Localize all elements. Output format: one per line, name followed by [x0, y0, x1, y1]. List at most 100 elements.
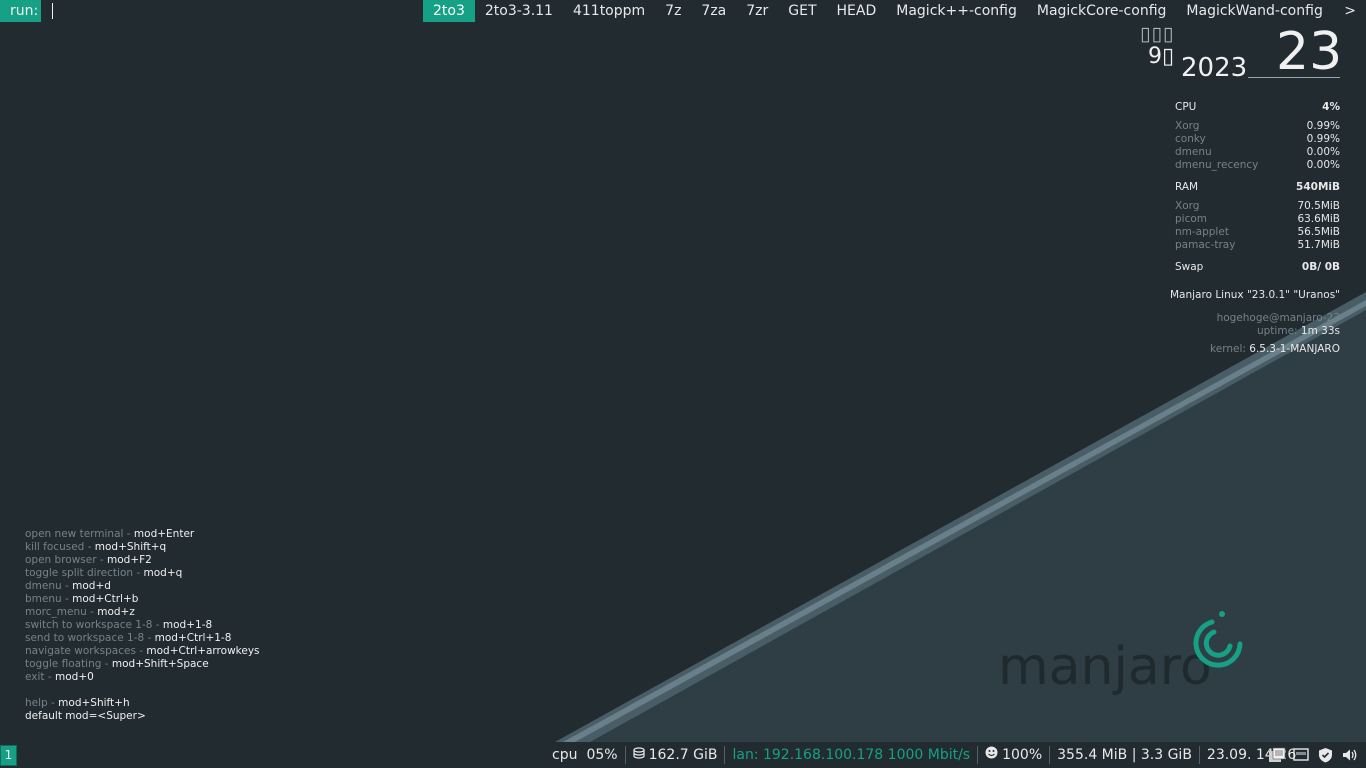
process-name: Xorg	[1175, 200, 1200, 212]
help-description: toggle floating -	[25, 658, 112, 670]
process-name: conky	[1175, 133, 1206, 145]
disk-icon	[632, 742, 645, 768]
conky-cpu-section: CPU 4% Xorg 0.99% conky 0.99% dmenu 0.00% dmenu…	[1175, 101, 1340, 172]
manjaro-logo-text: manjaro	[998, 637, 1212, 697]
battery-value: 100%	[1002, 747, 1043, 763]
dmenu-item[interactable]: GET	[778, 0, 826, 22]
help-key: mod+Ctrl+b	[72, 593, 139, 605]
help-line: kill focused - mod+Shift+q	[25, 541, 260, 554]
cpu-process-row: dmenu_recency 0.00%	[1175, 159, 1340, 172]
kernel-line: kernel: 6.5.3-1-MANJARO	[1210, 343, 1340, 355]
system-tray	[1262, 742, 1358, 768]
ram-label: RAM	[1175, 181, 1199, 193]
separator	[724, 746, 726, 764]
user-host: hogehoge@manjaro-23	[1216, 312, 1340, 324]
ram-value: 540MiB	[1296, 181, 1340, 193]
uptime-label: uptime:	[1256, 325, 1298, 337]
help-description: switch to workspace 1-8 -	[25, 619, 163, 631]
cpu-value: 4%	[1322, 101, 1340, 113]
dmenu-item[interactable]: 7z	[655, 0, 691, 22]
cpu-process-row: Xorg 0.99%	[1175, 120, 1340, 133]
process-value: 56.5MiB	[1297, 226, 1340, 238]
status-bar: 1 cpu 05% 162.7 GiB lan: 192.168.100.178…	[0, 742, 1366, 768]
separator	[1049, 746, 1051, 764]
process-value: 0.99%	[1306, 133, 1340, 145]
help-key: mod+d	[72, 580, 111, 592]
clock-divider	[1248, 77, 1340, 78]
conky-swap-section: Swap 0B/ 0B	[1175, 261, 1340, 274]
process-value: 0.00%	[1306, 159, 1340, 171]
process-value: 70.5MiB	[1297, 200, 1340, 212]
dmenu-item[interactable]: 2to3	[423, 0, 475, 22]
help-line: open browser - mod+F2	[25, 554, 260, 567]
cpu-label: CPU	[1175, 101, 1197, 113]
dmenu-item[interactable]: MagickCore-config	[1027, 0, 1177, 22]
help-line: navigate workspaces - mod+Ctrl+arrowkeys	[25, 645, 260, 658]
kernel-value: 6.5.3-1-MANJARO	[1249, 343, 1340, 355]
dmenu-items: 2to3 2to3-3.11 411toppm 7z 7za 7zr GET HEAD Magi…	[423, 0, 1333, 22]
ram-process-row: Xorg 70.5MiB	[1175, 200, 1340, 213]
cpu-process-row: conky 0.99%	[1175, 133, 1340, 146]
ram-process-row: nm-applet 56.5MiB	[1175, 226, 1340, 239]
swap-value: 0B/ 0B	[1301, 261, 1340, 273]
help-key: mod+Shift+Space	[111, 658, 209, 670]
dmenu-input-cursor[interactable]	[52, 3, 53, 19]
dmenu-bar: run: 2to3 2to3-3.11 411toppm 7z 7za 7zr GET HEA…	[0, 0, 1366, 22]
process-name: dmenu_recency	[1175, 159, 1259, 171]
help-key: mod+0	[55, 671, 94, 683]
help-line: toggle split direction - mod+q	[25, 567, 260, 580]
distro-info: Manjaro Linux "23.0.1" "Uranos"	[1169, 289, 1340, 301]
clock-year: 2023	[1181, 53, 1248, 83]
clipboard-icon[interactable]	[1268, 746, 1286, 764]
dmenu-item[interactable]: 7zr	[736, 0, 778, 22]
help-description: send to workspace 1-8 -	[25, 632, 155, 644]
workspace-button-1[interactable]: 1	[0, 745, 17, 766]
process-name: dmenu	[1175, 146, 1212, 158]
help-line: open new terminal - mod+Enter	[25, 528, 260, 541]
help-description: exit -	[25, 671, 55, 683]
help-key: mod+Shift+h	[58, 697, 130, 709]
dmenu-item[interactable]: 411toppm	[563, 0, 655, 22]
process-name: pamac-tray	[1175, 239, 1236, 251]
help-key: default mod=<Super>	[25, 710, 146, 722]
help-key: mod+Enter	[133, 528, 195, 540]
process-name: nm-applet	[1175, 226, 1229, 238]
process-name: picom	[1175, 213, 1208, 225]
help-key: mod+Shift+q	[94, 541, 167, 553]
help-key: mod+Ctrl+1-8	[154, 632, 232, 644]
help-key: mod+q	[143, 567, 183, 579]
cpu-block-label: cpu	[552, 747, 578, 763]
separator	[977, 746, 979, 764]
process-value: 51.7MiB	[1297, 239, 1340, 251]
memory-value: 355.4 MiB | 3.3 GiB	[1057, 747, 1192, 763]
dmenu-item[interactable]: HEAD	[827, 0, 887, 22]
help-key: mod+Ctrl+arrowkeys	[146, 645, 260, 657]
help-description: open browser -	[25, 554, 108, 566]
separator	[624, 746, 626, 764]
dmenu-item[interactable]: MagickWand-config	[1176, 0, 1332, 22]
kernel-label: kernel:	[1210, 343, 1246, 355]
uptime-line: uptime: 1m 33s	[1257, 325, 1340, 337]
help-line: bmenu - mod+Ctrl+b	[25, 593, 260, 606]
cpu-block-value: 05%	[586, 747, 618, 763]
help-description: dmenu -	[25, 580, 73, 592]
network-icon[interactable]	[1292, 746, 1310, 764]
smiley-icon	[985, 742, 998, 768]
volume-icon[interactable]	[1340, 746, 1358, 764]
help-description: kill focused -	[25, 541, 95, 553]
ram-process-row: pamac-tray 51.7MiB	[1175, 239, 1340, 252]
dmenu-more-indicator[interactable]: >	[1344, 0, 1356, 22]
help-line: exit - mod+0	[25, 671, 260, 684]
dmenu-item[interactable]: 2to3-3.11	[475, 0, 563, 22]
dmenu-item[interactable]: Magick++-config	[886, 0, 1027, 22]
dmenu-prompt: run:	[0, 0, 42, 22]
dmenu-item[interactable]: 7za	[691, 0, 736, 22]
help-description: navigate workspaces -	[25, 645, 147, 657]
shield-icon[interactable]	[1316, 746, 1334, 764]
process-value: 0.00%	[1306, 146, 1340, 158]
help-description: help -	[25, 697, 59, 709]
cpu-process-row: dmenu 0.00%	[1175, 146, 1340, 159]
help-description: bmenu -	[25, 593, 73, 605]
help-key: mod+z	[97, 606, 135, 618]
help-line: toggle floating - mod+Shift+Space	[25, 658, 260, 671]
